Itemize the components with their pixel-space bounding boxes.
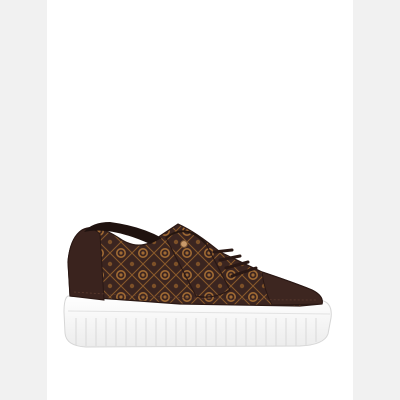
image-frame [0, 0, 400, 400]
sneaker-upper [67, 222, 323, 307]
sneaker-image [63, 222, 332, 348]
